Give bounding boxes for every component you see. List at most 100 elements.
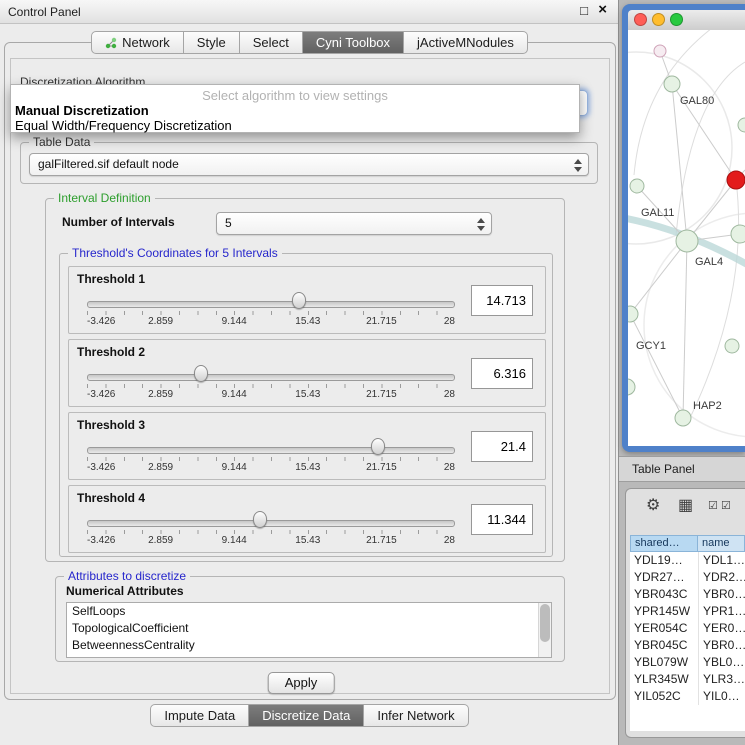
table-row[interactable]: YBL079W YBL0… [630,654,745,671]
table-row[interactable]: YPR145W YPR1… [630,603,745,620]
network-edge[interactable] [630,241,687,314]
network-node[interactable] [630,179,644,193]
control-panel: Control Panel □ × Network Style Select C… [0,0,619,745]
network-node[interactable] [628,379,635,395]
threshold-label: Threshold 3 [77,418,145,432]
tab-jactivemodules[interactable]: jActiveMNodules [404,31,528,54]
slider-track[interactable] [87,447,455,454]
cell[interactable]: YLR345W [630,671,698,688]
threshold-value-field[interactable]: 6.316 [471,358,533,389]
node-label: GAL11 [641,207,674,219]
cell[interactable]: YBR0… [698,637,745,654]
select-all-checkbox-icon[interactable]: ☑ [708,499,718,512]
table-row[interactable]: YLR345W YLR3… [630,671,745,688]
tab-discretize-data[interactable]: Discretize Data [249,704,364,727]
cell[interactable]: YDR27… [630,569,698,586]
cell[interactable]: YLR3… [698,671,745,688]
slider-thumb[interactable] [292,292,306,309]
cell[interactable]: YDR2… [698,569,745,586]
tab-style[interactable]: Style [184,31,240,54]
node-table: YDL19… YDL1… YDR27… YDR2… YBR043C YBR0… … [630,552,745,731]
cell[interactable]: YDL19… [630,552,698,569]
scale-label: 2.859 [148,535,173,546]
column-header-name[interactable]: name [698,535,745,552]
slider-track[interactable] [87,520,455,527]
scale-label: 9.144 [222,535,247,546]
slider-thumb[interactable] [371,438,385,455]
network-window-titlebar[interactable] [628,10,745,30]
dropdown-option-manual[interactable]: Manual Discretization [11,103,579,118]
number-of-intervals-combobox[interactable]: 5 [216,212,492,235]
network-edge[interactable] [683,241,687,418]
dropdown-placeholder-item[interactable]: Select algorithm to view settings [11,88,579,103]
network-node[interactable] [664,76,680,92]
threshold-value-field[interactable]: 14.713 [471,285,533,316]
scale-label: 21.715 [366,535,397,546]
close-icon[interactable]: × [598,1,607,18]
threshold-slider[interactable]: -3.426 2.859 9.144 15.43 21.715 28 [87,287,455,333]
close-traffic-light-icon[interactable] [634,13,647,26]
table-row[interactable]: YDL19… YDL1… [630,552,745,569]
network-node[interactable] [675,410,691,426]
cell[interactable]: YPR145W [630,603,698,620]
columns-icon[interactable]: ▦ [678,495,693,515]
network-node[interactable] [738,118,745,132]
cell[interactable]: YER054C [630,620,698,637]
threshold-slider[interactable]: -3.426 2.859 9.144 15.43 21.715 28 [87,506,455,552]
table-row[interactable]: YBR043C YBR0… [630,586,745,603]
minimize-traffic-light-icon[interactable] [652,13,665,26]
gear-icon[interactable]: ⚙ [646,495,660,515]
network-edge[interactable] [687,180,736,241]
apply-button[interactable]: Apply [268,672,335,694]
table-row[interactable]: YIL052C YIL0… [630,688,745,705]
slider-thumb[interactable] [253,511,267,528]
float-window-icon[interactable]: □ [580,3,588,18]
vertical-scrollbar[interactable] [538,603,551,657]
network-edge[interactable] [630,314,683,418]
network-node-selected[interactable] [727,171,745,189]
threshold-value-field[interactable]: 21.4 [471,431,533,462]
dropdown-option-equal-width[interactable]: Equal Width/Frequency Discretization [11,118,579,133]
tab-impute-data[interactable]: Impute Data [150,704,249,727]
slider-thumb[interactable] [194,365,208,382]
threshold-slider[interactable]: -3.426 2.859 9.144 15.43 21.715 28 [87,360,455,406]
select-none-checkbox-icon[interactable]: ☑ [721,499,731,512]
slider-track[interactable] [87,374,455,381]
slider-track[interactable] [87,301,455,308]
cell[interactable]: YDL1… [698,552,745,569]
list-item[interactable]: TopologicalCoefficient [67,620,551,637]
table-row[interactable]: YDR27… YDR2… [630,569,745,586]
cell[interactable]: YBL0… [698,654,745,671]
tab-select[interactable]: Select [240,31,303,54]
cell[interactable]: YBR045C [630,637,698,654]
network-node[interactable] [676,230,698,252]
table-row[interactable]: YBR045C YBR0… [630,637,745,654]
list-item[interactable]: BetweennessCentrality [67,637,551,654]
tab-network[interactable]: Network [91,31,184,54]
table-row[interactable]: YER054C YER0… [630,620,745,637]
table-data-combobox[interactable]: galFiltered.sif default node [29,153,589,176]
cell[interactable]: YBL079W [630,654,698,671]
cell[interactable]: YPR1… [698,603,745,620]
network-node[interactable] [654,45,666,57]
network-canvas[interactable]: GAL80 GAL11 GAL4 GCY1 HAP2 [628,30,745,446]
scale-label: 15.43 [295,535,320,546]
column-header-shared-name[interactable]: shared… [630,535,698,552]
network-node[interactable] [731,225,745,243]
tab-cyni-toolbox[interactable]: Cyni Toolbox [303,31,404,54]
scrollbar-thumb[interactable] [540,604,550,642]
cell[interactable]: YER0… [698,620,745,637]
zoom-traffic-light-icon[interactable] [670,13,683,26]
network-node[interactable] [628,306,638,322]
cell[interactable]: YIL0… [698,688,745,705]
attributes-listbox[interactable]: SelfLoops TopologicalCoefficient Between… [66,602,552,658]
threshold-slider[interactable]: -3.426 2.859 9.144 15.43 21.715 28 [87,433,455,479]
cell[interactable]: YIL052C [630,688,698,705]
tab-infer-network[interactable]: Infer Network [364,704,468,727]
network-node[interactable] [725,339,739,353]
list-item[interactable]: SelfLoops [67,603,551,620]
cell[interactable]: YBR043C [630,586,698,603]
slider-ticks [87,311,455,315]
cell[interactable]: YBR0… [698,586,745,603]
threshold-value-field[interactable]: 11.344 [471,504,533,535]
